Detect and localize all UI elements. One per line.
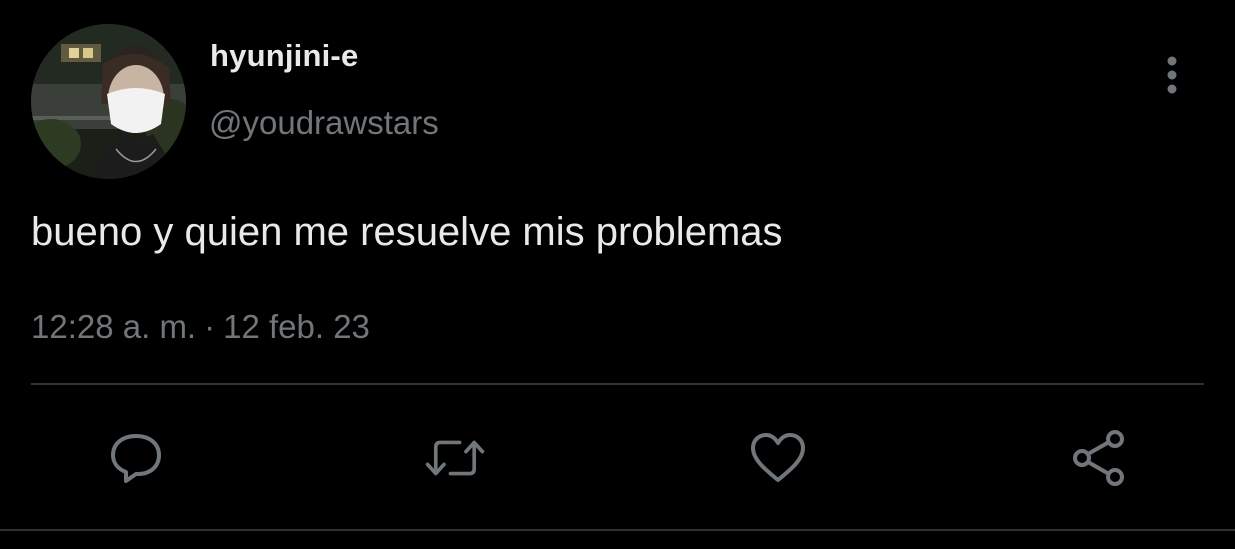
speech-bubble-icon [111, 434, 161, 483]
tweet-timestamp[interactable]: 12:28 a. m. · 12 feb. 23 [31, 308, 370, 346]
retweet-icon [425, 440, 485, 476]
tweet-date: 12 feb. 23 [223, 308, 370, 345]
divider [31, 383, 1204, 385]
heart-icon [751, 433, 805, 482]
user-handle[interactable]: @youdrawstars [209, 104, 439, 142]
vertical-ellipsis-icon [1167, 56, 1177, 94]
retweet-button[interactable] [423, 426, 487, 490]
avatar[interactable] [31, 24, 186, 179]
display-name[interactable]: hyunjini-e [210, 38, 358, 74]
avatar-photo [31, 24, 186, 179]
tweet-text: bueno y quien me resuelve mis problemas [31, 210, 783, 254]
meta-separator: · [204, 308, 216, 345]
like-button[interactable] [746, 426, 810, 490]
share-icon [1073, 430, 1124, 486]
tweet-card: hyunjini-e @youdrawstars bueno y quien m… [0, 0, 1235, 549]
reply-button[interactable] [104, 426, 168, 490]
bottom-divider [0, 529, 1235, 531]
tweet-time: 12:28 a. m. [31, 308, 197, 345]
more-options-button[interactable] [1152, 52, 1192, 98]
share-button[interactable] [1068, 426, 1132, 490]
